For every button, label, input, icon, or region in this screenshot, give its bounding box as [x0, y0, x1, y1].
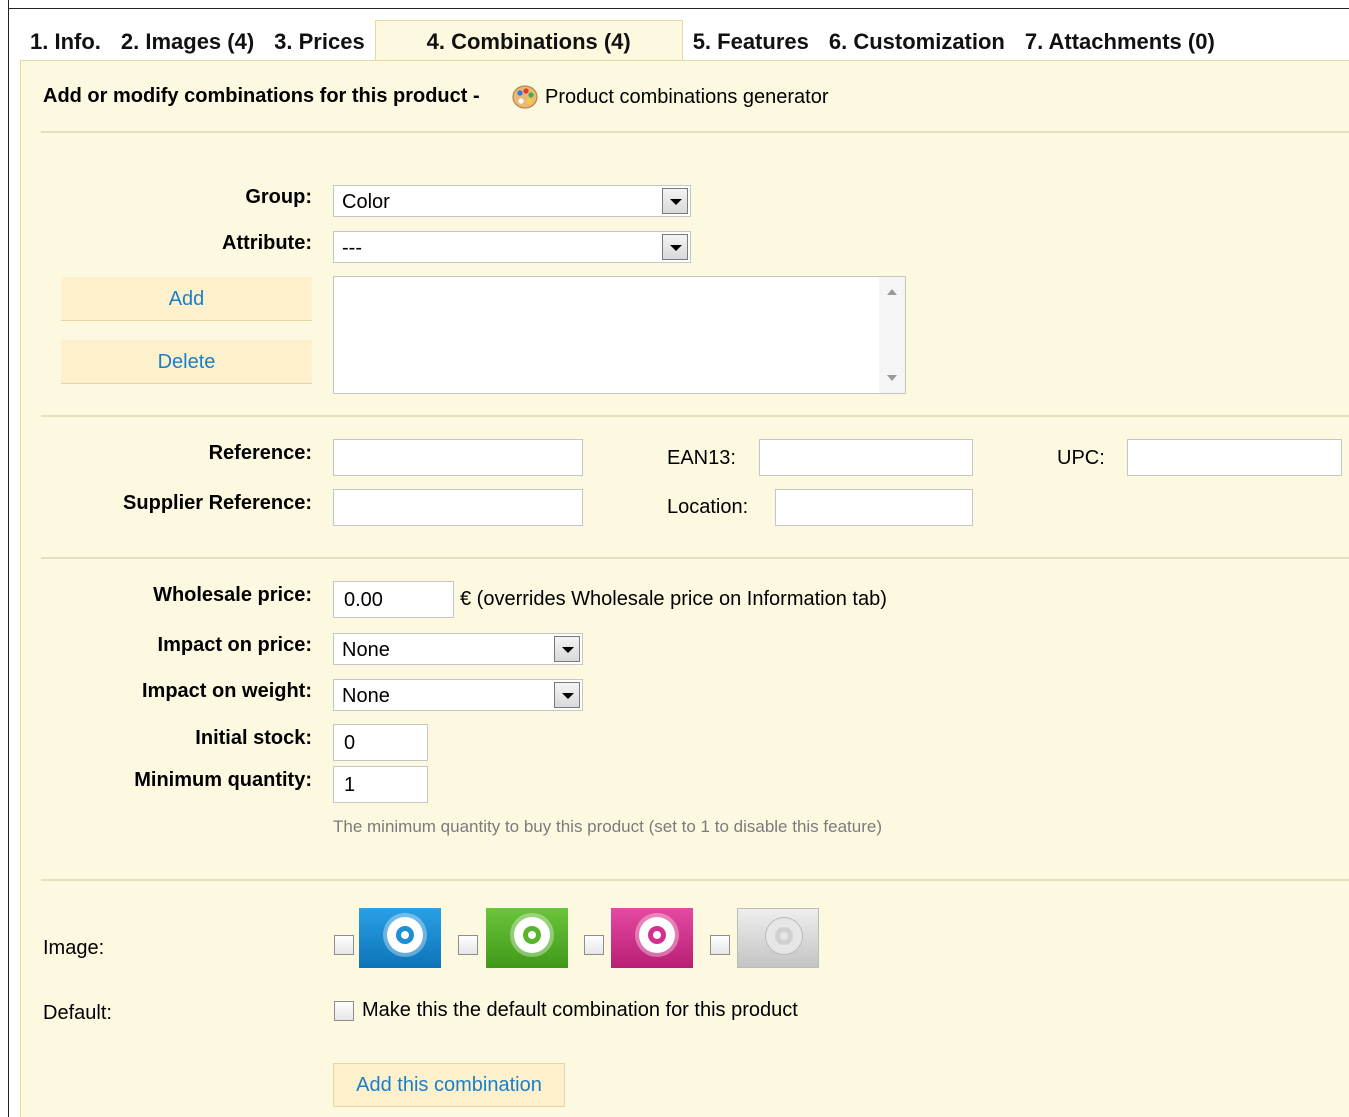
- upc-input[interactable]: [1127, 439, 1342, 476]
- wholesale-price-label: Wholesale price:: [153, 584, 312, 606]
- section-heading: Add or modify combinations for this prod…: [43, 85, 480, 107]
- default-label: Default:: [43, 1002, 112, 1024]
- add-combination-button[interactable]: Add this combination: [333, 1063, 565, 1107]
- default-checkbox[interactable]: [334, 1001, 354, 1021]
- divider: [41, 557, 1349, 559]
- attribute-listbox[interactable]: [333, 276, 906, 394]
- image-checkbox-silver[interactable]: [710, 935, 730, 955]
- tab-combinations[interactable]: 4. Combinations (4): [374, 20, 683, 61]
- impact-weight-value: None: [342, 685, 390, 707]
- generator-link-label[interactable]: Product combinations generator: [545, 86, 829, 109]
- combinations-generator-link[interactable]: Product combinations generator: [511, 83, 829, 111]
- ean13-label: EAN13:: [667, 447, 736, 469]
- click-wheel-icon: [514, 917, 550, 953]
- click-wheel-icon: [387, 917, 423, 953]
- minimum-quantity-label: Minimum quantity:: [134, 769, 312, 791]
- chevron-down-icon[interactable]: [554, 636, 580, 662]
- group-select[interactable]: Color: [333, 185, 691, 217]
- location-input[interactable]: [775, 489, 973, 526]
- listbox-scrollbar[interactable]: [879, 277, 905, 393]
- initial-stock-label: Initial stock:: [195, 727, 312, 749]
- tab-images[interactable]: 2. Images (4): [110, 20, 265, 61]
- divider: [41, 415, 1349, 417]
- image-label: Image:: [43, 937, 105, 959]
- image-checkbox-green[interactable]: [458, 935, 478, 955]
- product-tabs: 1. Info. 2. Images (4) 3. Prices 4. Comb…: [20, 20, 1225, 61]
- window-frame-top: [8, 8, 1349, 9]
- group-label: Group:: [245, 186, 312, 208]
- minimum-quantity-hint: The minimum quantity to buy this product…: [333, 817, 882, 836]
- attribute-select[interactable]: ---: [333, 231, 691, 263]
- tab-attachments[interactable]: 7. Attachments (0): [1014, 20, 1225, 61]
- ipod-blue-thumbnail: [359, 908, 441, 968]
- tab-info[interactable]: 1. Info.: [20, 20, 111, 61]
- tab-prices[interactable]: 3. Prices: [264, 20, 375, 61]
- chevron-down-icon[interactable]: [662, 234, 688, 260]
- reference-input[interactable]: [333, 439, 583, 476]
- ipod-silver-thumbnail: [737, 908, 819, 968]
- tab-customization[interactable]: 6. Customization: [818, 20, 1015, 61]
- image-checkbox-pink[interactable]: [584, 935, 604, 955]
- image-checkbox-blue[interactable]: [334, 935, 354, 955]
- default-checkbox-label[interactable]: Make this the default combination for th…: [362, 999, 798, 1022]
- ipod-pink-thumbnail: [611, 908, 693, 968]
- reference-label: Reference:: [208, 442, 312, 464]
- scroll-up-icon[interactable]: [887, 289, 897, 295]
- wholesale-price-note: € (overrides Wholesale price on Informat…: [460, 588, 887, 610]
- combinations-panel: Add or modify combinations for this prod…: [20, 61, 1349, 1117]
- delete-attribute-button[interactable]: Delete: [61, 340, 312, 384]
- group-select-value: Color: [342, 191, 390, 213]
- impact-weight-select[interactable]: None: [333, 679, 583, 711]
- upc-label: UPC:: [1057, 447, 1105, 469]
- attribute-select-value: ---: [342, 237, 362, 259]
- supplier-reference-input[interactable]: [333, 489, 583, 526]
- add-attribute-button[interactable]: Add: [61, 277, 312, 321]
- impact-price-label: Impact on price:: [157, 634, 312, 656]
- ean13-input[interactable]: [759, 439, 973, 476]
- supplier-reference-label: Supplier Reference:: [123, 492, 312, 514]
- ipod-green-thumbnail: [486, 908, 568, 968]
- impact-price-value: None: [342, 639, 390, 661]
- initial-stock-input[interactable]: 0: [333, 724, 428, 761]
- chevron-down-icon[interactable]: [554, 682, 580, 708]
- divider: [41, 131, 1349, 133]
- window-frame-left: [8, 0, 9, 1117]
- palette-icon: [512, 85, 538, 109]
- chevron-down-icon[interactable]: [662, 188, 688, 214]
- attribute-label: Attribute:: [222, 232, 312, 254]
- click-wheel-icon: [639, 917, 675, 953]
- click-wheel-icon: [766, 918, 802, 954]
- impact-weight-label: Impact on weight:: [142, 680, 312, 702]
- wholesale-price-input[interactable]: 0.00: [333, 581, 454, 618]
- impact-price-select[interactable]: None: [333, 633, 583, 665]
- minimum-quantity-input[interactable]: 1: [333, 766, 428, 803]
- location-label: Location:: [667, 496, 749, 518]
- scroll-down-icon[interactable]: [887, 375, 897, 381]
- divider: [41, 879, 1349, 881]
- tab-features[interactable]: 5. Features: [682, 20, 819, 61]
